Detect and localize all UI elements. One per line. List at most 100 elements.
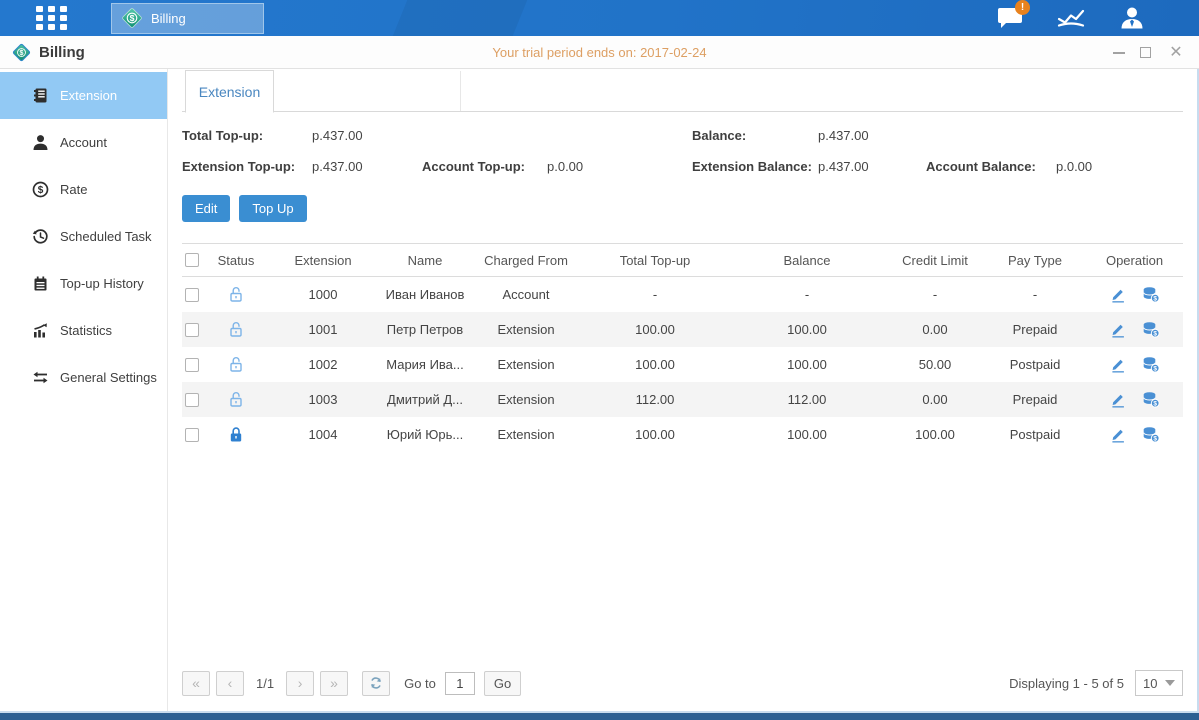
cell-name: Петр Петров	[380, 322, 470, 337]
line-chart-icon	[1057, 6, 1085, 30]
sidebar-item-account[interactable]: Account	[0, 119, 167, 166]
cell-total-topup: 100.00	[582, 427, 728, 442]
maximize-button[interactable]	[1140, 47, 1151, 58]
page-size-value: 10	[1143, 676, 1157, 691]
topup-row-icon[interactable]: $	[1142, 356, 1160, 373]
edit-row-icon[interactable]	[1110, 427, 1126, 443]
go-button[interactable]: Go	[484, 671, 521, 696]
table-row: 1003Дмитрий Д...Extension112.00112.000.0…	[182, 382, 1183, 417]
top-up-button[interactable]: Top Up	[239, 195, 306, 222]
cell-total-topup: -	[582, 287, 728, 302]
page-indicator: 1/1	[256, 676, 274, 691]
table-row: 1000Иван ИвановAccount----$	[182, 277, 1183, 312]
table-body: 1000Иван ИвановAccount----$1001Петр Петр…	[182, 277, 1183, 452]
notification-badge: !	[1015, 0, 1030, 15]
lock-open-icon	[206, 286, 266, 303]
cell-name: Мария Ива...	[380, 357, 470, 372]
balance-summary: Total Top-up: p.437.00 Balance: p.437.00…	[182, 128, 1183, 174]
svg-text:$: $	[1153, 401, 1157, 408]
cell-charged-from: Extension	[470, 427, 582, 442]
lock-open-icon	[206, 356, 266, 373]
clock-icon	[31, 228, 49, 246]
total-topup-value: p.437.00	[312, 128, 422, 143]
cell-extension: 1001	[266, 322, 380, 337]
prev-page-button[interactable]: ‹	[216, 671, 244, 696]
cell-pay-type: Prepaid	[984, 322, 1086, 337]
cell-pay-type: Prepaid	[984, 392, 1086, 407]
refresh-button[interactable]	[362, 671, 390, 696]
pagination-bar: « ‹ 1/1 › » Go to	[182, 667, 1183, 711]
cell-pay-type: -	[984, 287, 1086, 302]
cell-extension: 1002	[266, 357, 380, 372]
row-checkbox[interactable]	[185, 288, 199, 302]
lock-open-icon	[206, 391, 266, 408]
edit-button[interactable]: Edit	[182, 195, 230, 222]
sliders-icon	[31, 369, 49, 387]
lock-closed-icon	[206, 426, 266, 443]
displaying-text: Displaying 1 - 5 of 5	[1009, 676, 1124, 691]
sidebar-item-statistics[interactable]: Statistics	[0, 307, 167, 354]
sidebar-item-label: General Settings	[60, 370, 157, 385]
user-icon	[1119, 5, 1145, 31]
topup-row-icon[interactable]: $	[1142, 286, 1160, 303]
svg-text:$: $	[1153, 436, 1157, 443]
topup-row-icon[interactable]: $	[1142, 391, 1160, 408]
notifications-button[interactable]: !	[993, 2, 1027, 34]
account-balance-value: p.0.00	[1056, 159, 1183, 174]
goto-page-input[interactable]	[445, 672, 475, 695]
account-balance-label: Account Balance:	[926, 159, 1056, 174]
account-topup-label: Account Top-up:	[422, 159, 547, 174]
app-launcher-grid-icon[interactable]	[33, 0, 73, 36]
sidebar-item-extension[interactable]: Extension	[0, 72, 167, 119]
page-size-select[interactable]: 10	[1135, 670, 1183, 696]
row-checkbox[interactable]	[185, 358, 199, 372]
extension-topup-value: p.437.00	[312, 159, 422, 174]
window-title-group: $ Billing	[12, 43, 85, 62]
minimize-button[interactable]	[1113, 46, 1125, 54]
book-icon	[31, 87, 49, 105]
open-app-tab-billing[interactable]: $ Billing	[111, 3, 264, 34]
first-page-button[interactable]: «	[182, 671, 210, 696]
table-header: StatusExtensionNameCharged FromTotal Top…	[182, 243, 1183, 277]
sidebar-item-label: Top-up History	[60, 276, 144, 291]
tab-strip: Extension	[182, 69, 1183, 112]
extension-balance-label: Extension Balance:	[692, 159, 818, 174]
cell-credit-limit: -	[886, 287, 984, 302]
edit-row-icon[interactable]	[1110, 322, 1126, 338]
trial-period-message: Your trial period ends on: 2017-02-24	[0, 45, 1199, 60]
sidebar-item-general-settings[interactable]: General Settings	[0, 354, 167, 401]
cell-charged-from: Account	[470, 287, 582, 302]
edit-row-icon[interactable]	[1110, 357, 1126, 373]
reports-button[interactable]	[1054, 2, 1088, 34]
window-titlebar: $ Billing Your trial period ends on: 201…	[0, 36, 1199, 69]
row-checkbox[interactable]	[185, 393, 199, 407]
select-all-checkbox[interactable]	[185, 253, 199, 267]
edit-row-icon[interactable]	[1110, 287, 1126, 303]
next-page-button[interactable]: ›	[286, 671, 314, 696]
sidebar-item-rate[interactable]: $Rate	[0, 166, 167, 213]
row-checkbox[interactable]	[185, 428, 199, 442]
cell-total-topup: 100.00	[582, 357, 728, 372]
cell-extension: 1003	[266, 392, 380, 407]
close-button[interactable]: ✕	[1169, 46, 1183, 59]
topup-row-icon[interactable]: $	[1142, 321, 1160, 338]
cell-credit-limit: 0.00	[886, 322, 984, 337]
cell-extension: 1000	[266, 287, 380, 302]
edit-row-icon[interactable]	[1110, 392, 1126, 408]
top-system-bar: $ Billing !	[0, 0, 1199, 36]
sidebar-item-top-up-history[interactable]: Top-up History	[0, 260, 167, 307]
topup-row-icon[interactable]: $	[1142, 426, 1160, 443]
cell-credit-limit: 50.00	[886, 357, 984, 372]
last-page-button[interactable]: »	[320, 671, 348, 696]
person-icon	[31, 134, 49, 152]
goto-label: Go to	[404, 676, 436, 691]
row-checkbox[interactable]	[185, 323, 199, 337]
cell-balance: 112.00	[728, 392, 886, 407]
tab-extension[interactable]: Extension	[185, 70, 274, 113]
sidebar-item-scheduled-task[interactable]: Scheduled Task	[0, 213, 167, 260]
pager-controls: « ‹ 1/1 › »	[182, 671, 390, 696]
user-account-button[interactable]	[1115, 2, 1149, 34]
window-bottom-border	[0, 711, 1199, 720]
cell-name: Дмитрий Д...	[380, 392, 470, 407]
column-header-total-top-up: Total Top-up	[582, 253, 728, 268]
